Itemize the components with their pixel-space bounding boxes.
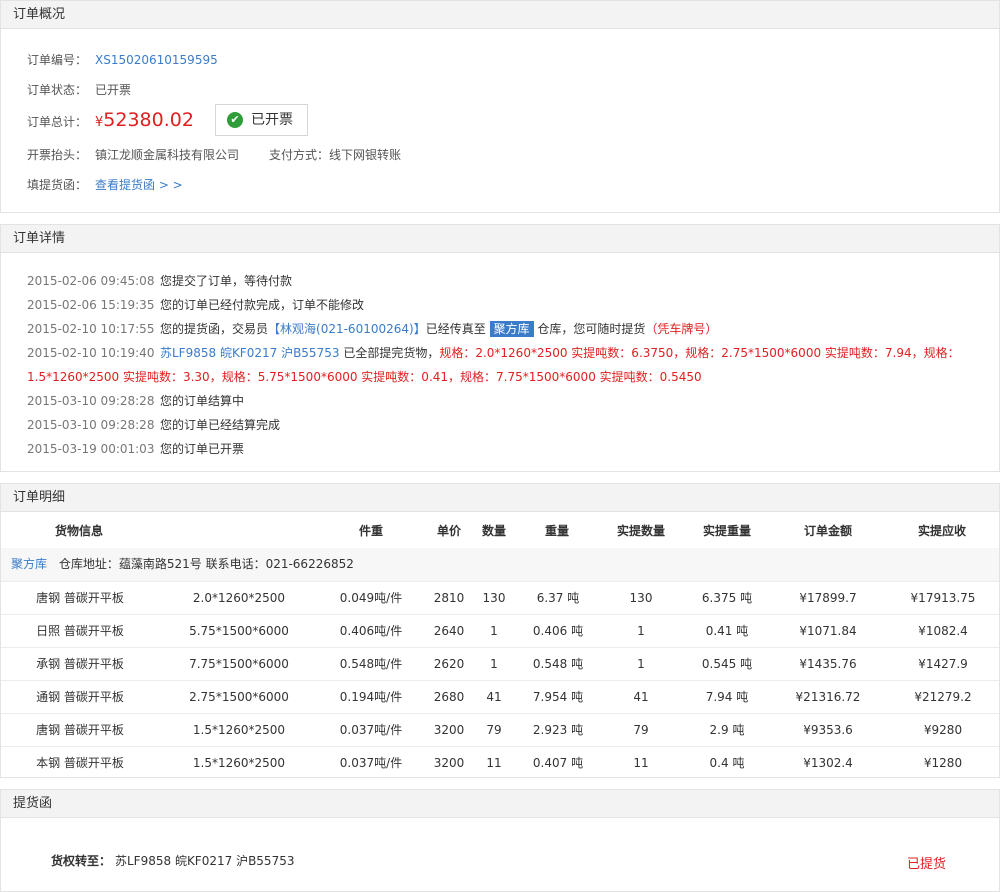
order-details-title: 订单详情 bbox=[1, 225, 999, 253]
invoice-title-row: 开票抬头： 镇江龙顺金属科技有限公司 bbox=[27, 146, 239, 163]
invoiced-badge-label: 已开票 bbox=[251, 112, 293, 128]
table-row: 唐钢 普碳开平板 2.0*1260*2500 0.049吨/件 2810 130 6.37… bbox=[1, 581, 999, 614]
col-header-receivable: 实提应收 bbox=[918, 524, 967, 538]
col-header-order-amount: 订单金额 bbox=[804, 524, 853, 538]
warehouse-address: 仓库地址：蕴藻南路521号 联系电话：021-66226852 bbox=[58, 557, 354, 571]
log-text: 您的订单已经结算完成 bbox=[160, 418, 281, 432]
cell-brand: 唐钢 普碳开平板 bbox=[36, 591, 124, 605]
warehouse-tag: 聚方库 bbox=[489, 321, 534, 337]
ownership-transfer-label: 货权转至： bbox=[51, 854, 112, 868]
cell-receivable: ¥1082.4 bbox=[918, 624, 968, 638]
log-timestamp: 2015-02-06 15:19:35 bbox=[27, 298, 155, 312]
col-header-actual-quantity: 实提数量 bbox=[617, 524, 666, 538]
log-entry: 2015-03-10 09:28:28 您的订单结算中 bbox=[27, 392, 244, 409]
log-text: 已全部提完货物， bbox=[343, 346, 440, 360]
log-text: 您的订单结算中 bbox=[160, 394, 245, 408]
invoice-title-label: 开票抬头： bbox=[27, 148, 88, 162]
log-text: 您的订单已经付款完成，订单不能修改 bbox=[160, 298, 365, 312]
log-timestamp: 2015-03-10 09:28:28 bbox=[27, 394, 155, 408]
log-entry: 2015-03-19 00:01:03 您的订单已开票 bbox=[27, 440, 244, 457]
order-items-title: 订单明细 bbox=[1, 484, 999, 512]
cell-spec: 5.75*1500*6000 bbox=[189, 624, 289, 638]
cell-spec: 2.0*1260*2500 bbox=[192, 591, 286, 605]
warehouse-name-link[interactable]: 聚方库 bbox=[11, 557, 47, 571]
order-number-row: 订单编号： XS15020610159595 bbox=[27, 51, 218, 68]
log-text: 仓库，您可随时提货 bbox=[537, 322, 646, 336]
cell-brand: 通钢 普碳开平板 bbox=[36, 690, 124, 704]
log-text: 已经传真至 bbox=[425, 322, 486, 336]
order-number-label: 订单编号： bbox=[27, 53, 88, 67]
cell-brand: 承钢 普碳开平板 bbox=[36, 657, 124, 671]
log-timestamp: 2015-02-06 09:45:08 bbox=[27, 274, 155, 288]
table-row: 唐钢 普碳开平板 1.5*1260*2500 0.037吨/件 3200 79 2.923… bbox=[1, 713, 999, 746]
log-entry: 2015-02-06 09:45:08 您提交了订单，等待付款 bbox=[27, 272, 292, 289]
log-text: 您的提货函，交易员 bbox=[160, 322, 269, 336]
log-timestamp: 2015-02-10 10:19:40 bbox=[27, 346, 155, 360]
order-items-panel: 订单明细 货物信息 件重 单价 数量 重量 实提数量 实提重量 订单金额 实提应… bbox=[0, 483, 1000, 778]
log-entry: 2015-03-10 09:28:28 您的订单已经结算完成 bbox=[27, 416, 280, 433]
cell-receivable: ¥21279.2 bbox=[914, 690, 972, 704]
log-entry: 2015-02-10 10:19:40 苏LF9858 皖KF0217 沪B557… bbox=[27, 344, 960, 361]
trader-contact-link[interactable]: 【林观海(021-60100264)】 bbox=[268, 322, 426, 336]
bill-of-lading-title: 提货函 bbox=[1, 790, 999, 818]
order-number-value[interactable]: XS15020610159595 bbox=[95, 53, 218, 67]
col-header-unit-weight: 件重 bbox=[359, 524, 384, 538]
invoiced-badge: ✔ 已开票 bbox=[215, 104, 308, 136]
cell-spec: 2.75*1500*6000 bbox=[189, 690, 289, 704]
cell-receivable: ¥1427.9 bbox=[918, 657, 968, 671]
bill-of-lading-row: 填提货函： 查看提货函 > > bbox=[27, 176, 183, 193]
order-overview-panel: 订单概况 订单编号： XS15020610159595 订单状态： 已开票 订单总计… bbox=[0, 0, 1000, 213]
order-total-value: 52380.02 bbox=[103, 109, 194, 131]
log-entry-continued: 1.5*1260*2500 实提吨数：3.30，规格：5.75*1500*600… bbox=[27, 368, 702, 385]
order-status-value: 已开票 bbox=[95, 83, 132, 97]
table-row: 通钢 普碳开平板 2.75*1500*6000 0.194吨/件 2680 41 7.95… bbox=[1, 680, 999, 713]
order-overview-title: 订单概况 bbox=[1, 1, 999, 29]
order-status-label: 订单状态： bbox=[27, 83, 88, 97]
cell-brand: 日照 普碳开平板 bbox=[36, 624, 124, 638]
cell-brand: 本钢 普碳开平板 bbox=[36, 756, 124, 770]
col-header-goods: 货物信息 bbox=[55, 524, 104, 538]
ownership-transfer-value: 苏LF9858 皖KF0217 沪B55753 bbox=[115, 854, 295, 868]
bill-of-lading-label: 填提货函： bbox=[27, 178, 88, 192]
log-entry: 2015-02-06 15:19:35 您的订单已经付款完成，订单不能修改 bbox=[27, 296, 364, 313]
order-total-label: 订单总计： bbox=[27, 115, 88, 129]
cell-spec: 1.5*1260*2500 bbox=[192, 756, 286, 770]
payment-method-label: 支付方式： bbox=[269, 148, 330, 162]
cell-receivable: ¥1280 bbox=[923, 756, 963, 770]
log-text: 您的订单已开票 bbox=[160, 442, 245, 456]
log-note: （凭车牌号） bbox=[645, 322, 718, 336]
cell-spec: 7.75*1500*6000 bbox=[189, 657, 289, 671]
payment-method-row: 支付方式：线下网银转账 bbox=[269, 146, 401, 163]
col-header-unit-price: 单价 bbox=[437, 524, 462, 538]
pickup-status: 已提货 bbox=[907, 857, 947, 872]
view-bill-of-lading-link[interactable]: 查看提货函 > > bbox=[95, 178, 183, 192]
warehouse-info-row: 聚方库 仓库地址：蕴藻南路521号 联系电话：021-66226852 bbox=[1, 548, 999, 581]
spec-summary-line2: 1.5*1260*2500 实提吨数：3.30，规格：5.75*1500*600… bbox=[27, 370, 702, 384]
log-timestamp: 2015-02-10 10:17:55 bbox=[27, 322, 155, 336]
cell-receivable: ¥9280 bbox=[923, 723, 963, 737]
check-circle-icon: ✔ bbox=[227, 112, 243, 128]
cell-receivable: ¥17913.75 bbox=[910, 591, 976, 605]
cell-brand: 唐钢 普碳开平板 bbox=[36, 723, 124, 737]
table-row: 日照 普碳开平板 5.75*1500*6000 0.406吨/件 2640 1 0.406… bbox=[1, 614, 999, 647]
cell-spec: 1.5*1260*2500 bbox=[192, 723, 286, 737]
col-header-weight: 重量 bbox=[545, 524, 570, 538]
table-row: 本钢 普碳开平板 1.5*1260*2500 0.037吨/件 3200 11 0.407… bbox=[1, 746, 999, 779]
payment-method-value: 线下网银转账 bbox=[329, 148, 402, 162]
log-text: 您提交了订单，等待付款 bbox=[160, 274, 293, 288]
col-header-quantity: 数量 bbox=[482, 524, 507, 538]
table-row: 承钢 普碳开平板 7.75*1500*6000 0.548吨/件 2620 1 0.548… bbox=[1, 647, 999, 680]
spec-summary-line1: 规格：2.0*1260*2500 实提吨数：6.3750，规格：2.75*150… bbox=[439, 346, 960, 360]
invoice-title-value: 镇江龙顺金属科技有限公司 bbox=[95, 148, 240, 162]
log-timestamp: 2015-03-10 09:28:28 bbox=[27, 418, 155, 432]
log-entry: 2015-02-10 10:17:55 您的提货函，交易员【林观海(021-601… bbox=[27, 320, 717, 337]
log-timestamp: 2015-03-19 00:01:03 bbox=[27, 442, 155, 456]
bill-of-lading-panel: 提货函 货权转至： 苏LF9858 皖KF0217 沪B55753 已提货 bbox=[0, 789, 1000, 892]
col-header-actual-weight: 实提重量 bbox=[703, 524, 752, 538]
order-status-row: 订单状态： 已开票 bbox=[27, 81, 131, 98]
plate-numbers: 苏LF9858 皖KF0217 沪B55753 bbox=[160, 346, 340, 360]
order-details-panel: 订单详情 2015-02-06 09:45:08 您提交了订单，等待付款 2015… bbox=[0, 224, 1000, 472]
order-total-row: 订单总计： ¥52380.02 bbox=[27, 109, 194, 131]
